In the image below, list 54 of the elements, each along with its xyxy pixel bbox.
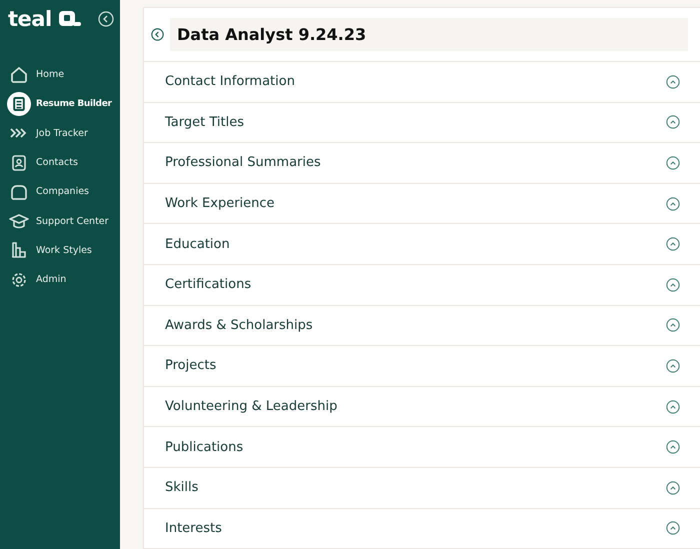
house-icon bbox=[9, 64, 29, 85]
section-row[interactable]: Awards & Scholarships bbox=[144, 306, 700, 346]
back-icon[interactable] bbox=[151, 28, 164, 41]
collapse-icon[interactable] bbox=[98, 11, 114, 27]
section-title: Work Experience bbox=[165, 196, 275, 212]
section-row[interactable]: Professional Summaries bbox=[144, 143, 700, 184]
nav-item[interactable]: Work Styles bbox=[0, 236, 120, 266]
logo-text: teal bbox=[8, 7, 52, 31]
contact-card-icon bbox=[9, 152, 29, 173]
graduation-cap-icon bbox=[9, 211, 29, 232]
section-row[interactable]: Certifications bbox=[144, 264, 700, 306]
section-row[interactable]: Projects bbox=[144, 346, 700, 387]
chevron-up-icon[interactable] bbox=[666, 480, 680, 495]
section-row[interactable]: Volunteering & Leadership bbox=[144, 386, 700, 428]
section-title: Professional Summaries bbox=[165, 155, 321, 170]
section-title: Skills bbox=[165, 480, 198, 496]
nav-item[interactable]: Admin bbox=[0, 265, 120, 294]
section-title: Projects bbox=[165, 358, 216, 374]
section-title: Education bbox=[165, 236, 230, 252]
nav-item[interactable]: Support Center bbox=[0, 206, 120, 236]
resume-title-field[interactable]: Data Analyst 9.24.23 bbox=[170, 18, 688, 51]
nav-item[interactable]: Resume Builder bbox=[0, 89, 120, 119]
document-icon bbox=[7, 92, 31, 116]
chevron-up-icon[interactable] bbox=[666, 358, 680, 373]
chevron-up-icon[interactable] bbox=[666, 115, 680, 130]
section-row[interactable]: Interests bbox=[144, 508, 700, 548]
nav-item[interactable]: Home bbox=[0, 60, 120, 90]
section-row[interactable]: Skills bbox=[144, 468, 700, 509]
section-row[interactable]: Education bbox=[144, 224, 700, 265]
section-title: Certifications bbox=[165, 277, 252, 292]
section-row[interactable]: Publications bbox=[144, 427, 700, 468]
section-title: Publications bbox=[165, 440, 244, 455]
chevron-up-icon[interactable] bbox=[666, 74, 680, 89]
section-title: Target Titles bbox=[165, 114, 244, 130]
section-row[interactable]: Target Titles bbox=[144, 102, 700, 144]
nav-item[interactable]: Contacts bbox=[0, 148, 120, 178]
section-row[interactable]: Work Experience bbox=[144, 184, 700, 224]
chevron-up-icon[interactable] bbox=[666, 156, 680, 170]
section-row[interactable]: Contact Information bbox=[144, 62, 700, 103]
chevron-up-icon[interactable] bbox=[666, 521, 680, 536]
section-title: Contact Information bbox=[165, 74, 295, 90]
chevron-up-icon[interactable] bbox=[666, 440, 680, 454]
nav-item[interactable]: Companies bbox=[0, 177, 120, 206]
section-title: Volunteering & Leadership bbox=[165, 399, 338, 414]
bar-chart-icon bbox=[9, 240, 29, 260]
chevron-up-icon[interactable] bbox=[666, 196, 680, 211]
nav-item[interactable]: Job Tracker bbox=[0, 118, 120, 148]
chevron-up-icon[interactable] bbox=[666, 400, 680, 414]
section-title: Interests bbox=[165, 520, 222, 536]
chevron-up-icon[interactable] bbox=[666, 237, 680, 252]
chevron-up-icon[interactable] bbox=[666, 318, 680, 332]
section-title: Awards & Scholarships bbox=[165, 318, 313, 333]
logo-icon bbox=[58, 9, 82, 29]
chevron-up-icon[interactable] bbox=[666, 278, 680, 292]
